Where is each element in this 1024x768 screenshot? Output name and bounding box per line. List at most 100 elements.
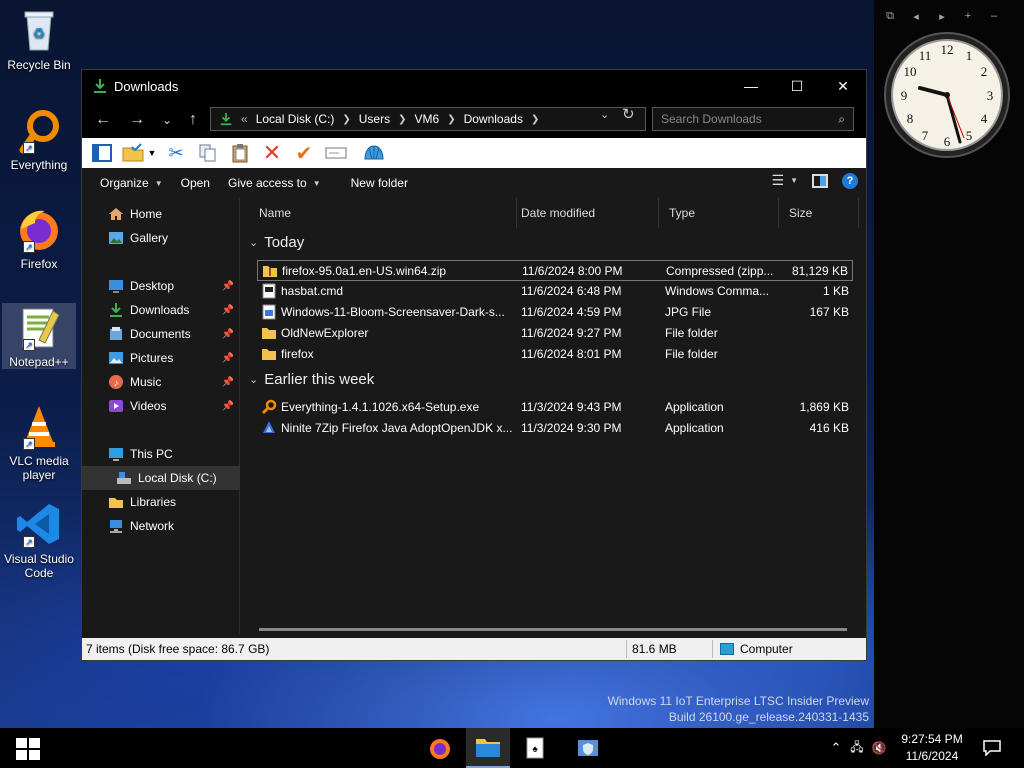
volume-muted-icon[interactable]: 🔇 [868,741,890,755]
nav-item-this-pc[interactable]: This PC [82,442,240,466]
show-hidden-icons-chevron-icon[interactable]: ⌃ [826,740,846,756]
back-button[interactable]: ← [88,105,118,135]
properties-button[interactable]: ✔ [290,140,318,166]
chevron-down-icon: ▼ [154,178,163,188]
breadcrumb-vm6[interactable]: VM6 [415,112,440,126]
desktop-icon-notepadpp[interactable]: ↗ Notepad++ [2,303,76,369]
pin-icon[interactable]: 📌 [222,401,234,412]
shell-button[interactable] [360,140,388,166]
breadcrumb-overflow[interactable]: « [241,112,248,126]
new-folder-button[interactable]: New folder [351,176,408,190]
taskbar-clock[interactable]: 9:27:54 PM 11/6/2024 [892,731,972,765]
taskbar-firefox-button[interactable] [418,728,462,768]
title-bar[interactable]: Downloads — ☐ ✕ [82,70,866,102]
column-header-type[interactable]: Type [659,198,779,228]
pin-icon[interactable]: 📌 [222,305,234,316]
file-row[interactable]: firefox 11/6/2024 8:01 PM File folder [257,344,853,365]
breadcrumb-users[interactable]: Users [359,112,390,126]
status-divider [712,640,713,658]
file-row[interactable]: hasbat.cmd 11/6/2024 6:48 PM Windows Com… [257,281,853,302]
pin-icon[interactable]: 📌 [222,377,234,388]
file-row[interactable]: Everything-1.4.1.1026.x64-Setup.exe 11/3… [257,397,853,418]
desktop-icon-label: Recycle Bin [7,58,71,72]
gadget-prev-icon[interactable]: ◂ [906,6,926,26]
nav-item-local-disk[interactable]: Local Disk (C:) [82,466,240,490]
svg-text:♻: ♻ [33,25,46,41]
horizontal-scrollbar[interactable] [259,628,847,631]
desktop-icon-vlc[interactable]: ↗ VLC media player [2,402,76,482]
breadcrumb-local-disk[interactable]: Local Disk (C:) [256,112,335,126]
breadcrumb-downloads[interactable]: Downloads [464,112,523,126]
everything-app-icon: ↗ [15,106,63,154]
desktop-icon-recycle-bin[interactable]: ♻ Recycle Bin [2,6,76,72]
change-view-button[interactable]: ☰ ▼ [772,172,798,189]
open-button[interactable]: Open [181,176,210,190]
delete-button[interactable]: ✕ [258,140,286,166]
taskbar-file-explorer-button[interactable] [466,728,510,768]
file-date: 11/6/2024 8:00 PM [522,264,623,278]
taskbar-solitaire-button[interactable]: ♠ [514,728,558,768]
nav-item-gallery[interactable]: Gallery [82,226,240,250]
column-header-name[interactable]: Name [249,198,517,228]
rename-button[interactable] [322,140,350,166]
breadcrumb-separator-icon[interactable]: ❯ [398,114,406,125]
network-icon[interactable]: 🖧 [846,738,868,759]
nav-item-music[interactable]: ♪ Music 📌 [82,370,240,394]
breadcrumb-separator-icon[interactable]: ❯ [447,114,455,125]
desktop-icon-firefox[interactable]: ↗ Firefox [2,205,76,271]
folder-options-button[interactable]: ▼ [120,140,158,166]
pin-icon[interactable]: 📌 [222,353,234,364]
address-bar[interactable]: « Local Disk (C:) ❯ Users ❯ VM6 ❯ Downlo… [210,107,646,131]
refresh-icon[interactable]: ↻ [622,105,635,123]
up-button[interactable]: ↑ [178,105,208,135]
gadget-minimize-icon[interactable]: – [984,6,1004,26]
nav-item-libraries[interactable]: Libraries [82,490,240,514]
column-header-date-modified[interactable]: Date modified [511,198,659,228]
nav-item-desktop[interactable]: Desktop 📌 [82,274,240,298]
give-access-button[interactable]: Give access to ▼ [228,176,321,190]
group-header-earlier-this-week[interactable]: ⌄ Earlier this week [249,371,374,388]
desktop-icon-vscode[interactable]: ↗ Visual Studio Code [2,500,76,580]
cut-button[interactable]: ✂ [162,140,190,166]
help-icon[interactable]: ? [842,172,858,189]
nav-item-videos[interactable]: Videos 📌 [82,394,240,418]
search-input[interactable]: Search Downloads ⌕ [652,107,854,131]
maximize-button[interactable]: ☐ [774,70,820,102]
file-row[interactable]: Windows-11-Bloom-Screensaver-Dark-s... 1… [257,302,853,323]
organize-button[interactable]: Organize ▼ [100,176,163,190]
column-header-size[interactable]: Size [779,198,859,228]
music-icon: ♪ [108,374,124,390]
documents-icon [108,326,124,342]
file-row[interactable]: firefox-95.0a1.en-US.win64.zip 11/6/2024… [257,260,853,281]
nav-item-home[interactable]: Home [82,202,240,226]
forward-button[interactable]: → [122,105,152,135]
gallery-icon [108,230,124,246]
gadget-next-icon[interactable]: ▸ [932,6,952,26]
group-header-today[interactable]: ⌄ Today [249,234,304,251]
start-button[interactable] [16,738,40,760]
close-button[interactable]: ✕ [820,70,866,102]
paste-button[interactable] [226,140,254,166]
taskbar-security-button[interactable] [566,728,610,768]
copy-button[interactable] [194,140,222,166]
pin-icon[interactable]: 📌 [222,329,234,340]
notifications-button[interactable] [980,728,1004,768]
minimize-button[interactable]: — [728,70,774,102]
file-row[interactable]: OldNewExplorer 11/6/2024 9:27 PM File fo… [257,323,853,344]
nav-item-downloads[interactable]: Downloads 📌 [82,298,240,322]
file-row[interactable]: Ninite 7Zip Firefox Java AdoptOpenJDK x.… [257,418,853,439]
nav-item-documents[interactable]: Documents 📌 [82,322,240,346]
nav-item-pictures[interactable]: Pictures 📌 [82,346,240,370]
address-history-chevron-icon[interactable]: ⌄ [600,108,609,121]
breadcrumb-separator-icon[interactable]: ❯ [342,114,350,125]
desktop-icon-everything[interactable]: ↗ Everything [2,106,76,172]
folder-icon [261,346,277,362]
navigation-pane-toggle-button[interactable] [88,140,116,166]
pin-icon[interactable]: 📌 [222,281,234,292]
nav-item-network[interactable]: Network [82,514,240,538]
breadcrumb-separator-icon[interactable]: ❯ [531,114,539,125]
clock-gadget[interactable]: 12 12 345 678 91011 [882,30,1012,160]
gadget-add-icon[interactable]: + [958,6,978,26]
preview-pane-icon[interactable] [812,173,828,188]
gadget-settings-icon[interactable]: ⧉ [880,6,900,26]
